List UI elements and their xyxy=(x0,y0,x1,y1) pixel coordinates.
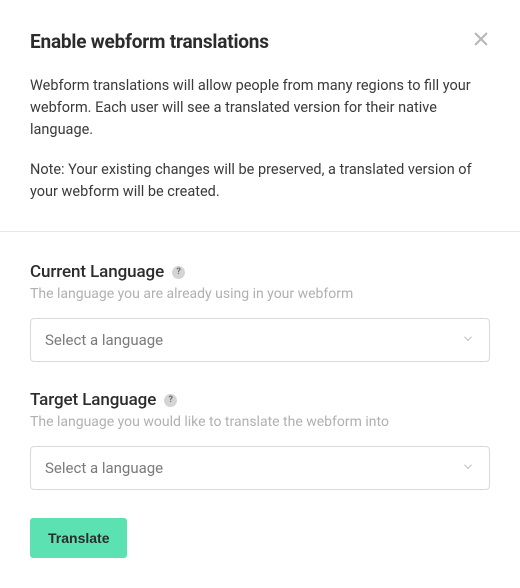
chevron-down-icon xyxy=(461,331,475,350)
current-language-label: Current Language xyxy=(30,262,164,282)
modal-description: Webform translations will allow people f… xyxy=(30,75,490,141)
chevron-down-icon xyxy=(461,459,475,478)
target-language-select[interactable]: Select a language xyxy=(30,446,490,490)
field-current-language: Current Language ? The language you are … xyxy=(30,262,490,362)
select-placeholder: Select a language xyxy=(45,331,163,349)
modal-title: Enable webform translations xyxy=(30,30,269,53)
help-icon[interactable]: ? xyxy=(164,394,177,407)
target-language-label: Target Language xyxy=(30,390,156,410)
translate-button[interactable]: Translate xyxy=(30,518,127,558)
select-placeholder: Select a language xyxy=(45,459,163,477)
close-icon xyxy=(472,30,490,50)
field-target-language: Target Language ? The language you would… xyxy=(30,390,490,490)
modal-note: Note: Your existing changes will be pres… xyxy=(30,159,490,203)
target-language-description: The language you would like to translate… xyxy=(30,414,490,430)
help-icon[interactable]: ? xyxy=(172,266,185,279)
current-language-select[interactable]: Select a language xyxy=(30,318,490,362)
current-language-description: The language you are already using in yo… xyxy=(30,286,490,302)
close-button[interactable] xyxy=(472,30,490,50)
